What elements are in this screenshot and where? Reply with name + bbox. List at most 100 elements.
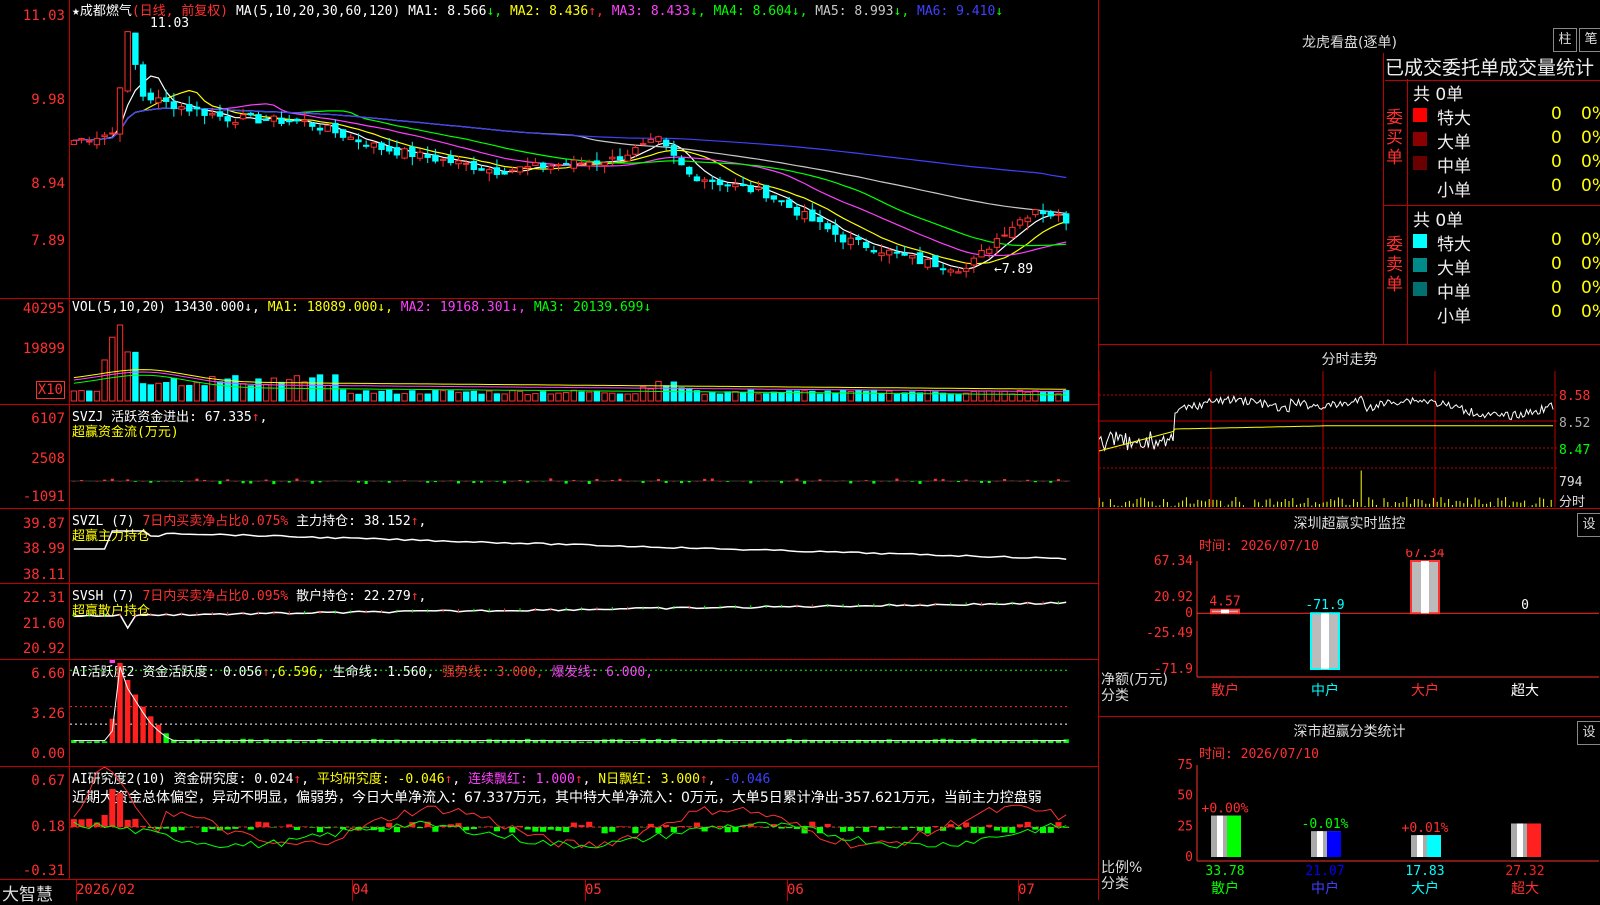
research-bar <box>894 827 900 828</box>
activity-bar <box>194 739 199 743</box>
intraday-price-mid: 8.52 <box>1559 416 1590 431</box>
class-stats-settings-button[interactable]: 设 <box>1577 721 1600 745</box>
research-bar <box>532 827 538 832</box>
intraday-price-line <box>1099 396 1553 450</box>
candle-body <box>1048 212 1053 216</box>
activity-bar <box>179 742 184 743</box>
main-position-tick: 38.99 <box>23 541 65 557</box>
candle-body <box>848 238 853 244</box>
fund-flow-chart[interactable] <box>70 405 1096 507</box>
monitor-bar-chart[interactable]: 67.3420.920-25.49-71.94.57散户-71.9中户67.34… <box>1099 549 1600 717</box>
activity-bar <box>356 741 361 743</box>
volume-bar <box>156 383 161 401</box>
volume-bar <box>333 375 338 401</box>
ai-activity-panel[interactable]: 6.60 3.26 0.00 AI活跃度2 资金活跃度: 0.056↑,6.59… <box>0 660 1098 767</box>
monitor-bar-highlight <box>1421 561 1429 613</box>
volume-bar <box>171 378 176 401</box>
research-bar <box>1063 827 1069 828</box>
intraday-chart[interactable] <box>1099 371 1557 507</box>
fund-flow-bar <box>80 480 83 481</box>
ma-value: MA3: 8.433 <box>612 4 690 19</box>
activity-bar <box>763 741 768 743</box>
activity-bar <box>694 741 699 743</box>
candle-body <box>717 180 722 184</box>
activity-line <box>74 667 1066 741</box>
retail-position-chart[interactable] <box>70 584 1096 658</box>
monitor-bar-label: 0 <box>1521 598 1529 613</box>
ai-research-tick: 0.18 <box>31 819 65 835</box>
candle-body <box>694 177 699 181</box>
fund-flow-bar <box>649 481 652 482</box>
class-bar-highlight <box>1417 835 1423 857</box>
realtime-monitor-panel[interactable]: 深圳超赢实时监控 设 时间: 2026/07/10 67.3420.920-25… <box>1098 509 1600 717</box>
order-row: 中单00% <box>1411 278 1600 302</box>
activity-bar <box>817 741 822 743</box>
volume-bar <box>402 394 407 401</box>
volume-bar <box>602 393 607 401</box>
fund-flow-bar <box>980 481 983 483</box>
candlestick-chart[interactable] <box>70 18 1096 296</box>
order-row: 中单00% <box>1411 152 1600 176</box>
volume-chart[interactable] <box>70 317 1096 403</box>
fund-flow-bar <box>865 480 868 481</box>
volume-bar <box>371 393 376 401</box>
monitor-settings-button[interactable]: 设 <box>1577 513 1600 537</box>
research-bar <box>863 827 869 832</box>
fund-flow-bar <box>134 481 137 482</box>
fund-flow-panel[interactable]: 6107 2508 -1091 SVZJ 活跃资金进出: 67.335↑, 超赢… <box>0 405 1098 509</box>
volume-panel[interactable]: 40295 19899 X10 VOL(5,10,20) 13430.000↓,… <box>0 299 1098 405</box>
tick-mode-button[interactable]: 笔 <box>1579 28 1600 52</box>
fund-flow-bar <box>326 481 329 482</box>
ai-research-chart[interactable] <box>70 767 1096 879</box>
ma-value: MA1: 8.566 <box>408 4 486 19</box>
candle-body <box>371 143 376 147</box>
volume-bar <box>679 388 684 401</box>
main-position-chart[interactable] <box>70 509 1096 582</box>
volume-tick: 40295 <box>23 301 65 317</box>
candle-body <box>433 155 438 161</box>
research-bar <box>617 826 623 827</box>
intraday-panel[interactable]: 分时走势 8.58 8.52 8.47 794 分时 <box>1098 345 1600 509</box>
ma-values: MA1: 8.566↓, MA2: 8.436↑, MA3: 8.433↓, M… <box>408 4 1003 19</box>
order-pct: 0% <box>1581 302 1600 322</box>
class-category: 散户 <box>1211 880 1239 897</box>
stock-name[interactable]: ★成都燃气 <box>72 4 132 19</box>
volume-bar <box>1033 391 1038 401</box>
class-change-label: +0.01% <box>1402 821 1449 836</box>
fund-flow-axis: 6107 2508 -1091 <box>0 405 70 508</box>
volume-bar <box>971 392 976 401</box>
retail-position-panel[interactable]: 22.31 21.60 20.92 SVSH (7) 7日内买卖净占比0.095… <box>0 584 1098 660</box>
volume-bar <box>263 384 268 401</box>
activity-bar <box>602 739 607 743</box>
activity-bar <box>840 741 845 743</box>
activity-bar <box>1063 739 1068 743</box>
main-position-panel[interactable]: 39.87 38.99 38.11 SVZL (7) 7日内买卖净占比0.075… <box>0 509 1098 584</box>
ai-research-panel[interactable]: 0.67 0.18 -0.31 AI研究度2(10) 资金研究度: 0.024↑… <box>0 767 1098 879</box>
price-panel[interactable]: 11.03 9.98 8.94 7.89 ★成都燃气(日线, 前复权) MA(5… <box>0 0 1098 299</box>
volume-bar <box>987 391 992 401</box>
activity-peak-marker <box>110 660 115 663</box>
volume-bar <box>633 394 638 401</box>
research-bar <box>525 827 531 829</box>
fund-flow-bar <box>118 481 121 482</box>
candle-body <box>856 237 861 239</box>
class-bar-highlight <box>1517 823 1523 857</box>
fund-flow-bar <box>665 481 668 483</box>
volume-bar <box>817 394 822 401</box>
fund-flow-bar <box>442 481 445 482</box>
class-bar-fill <box>1227 816 1241 857</box>
sell-order-rows: 共 0单特大00%大单00%中单00%小单00% <box>1411 206 1600 330</box>
x-tick: 06 <box>787 882 804 898</box>
fund-flow-bar <box>388 481 391 483</box>
fund-flow-bar <box>603 481 606 482</box>
fund-flow-bar <box>618 479 621 481</box>
monitor-y-tick: 67.34 <box>1154 554 1193 569</box>
class-stats-bar-chart[interactable]: 7550250+0.00%33.78散户-0.01%21.07中户+0.01%1… <box>1099 757 1600 900</box>
bar-mode-button[interactable]: 柱 <box>1553 28 1577 52</box>
class-stats-panel[interactable]: 深市超赢分类统计 设 时间: 2026/07/10 7550250+0.00%3… <box>1098 717 1600 900</box>
fund-flow-bar <box>303 481 306 482</box>
ai-activity-chart[interactable] <box>70 660 1096 765</box>
research-bar <box>394 827 400 832</box>
volume-bar <box>117 325 122 401</box>
volume-bar <box>1025 392 1030 401</box>
